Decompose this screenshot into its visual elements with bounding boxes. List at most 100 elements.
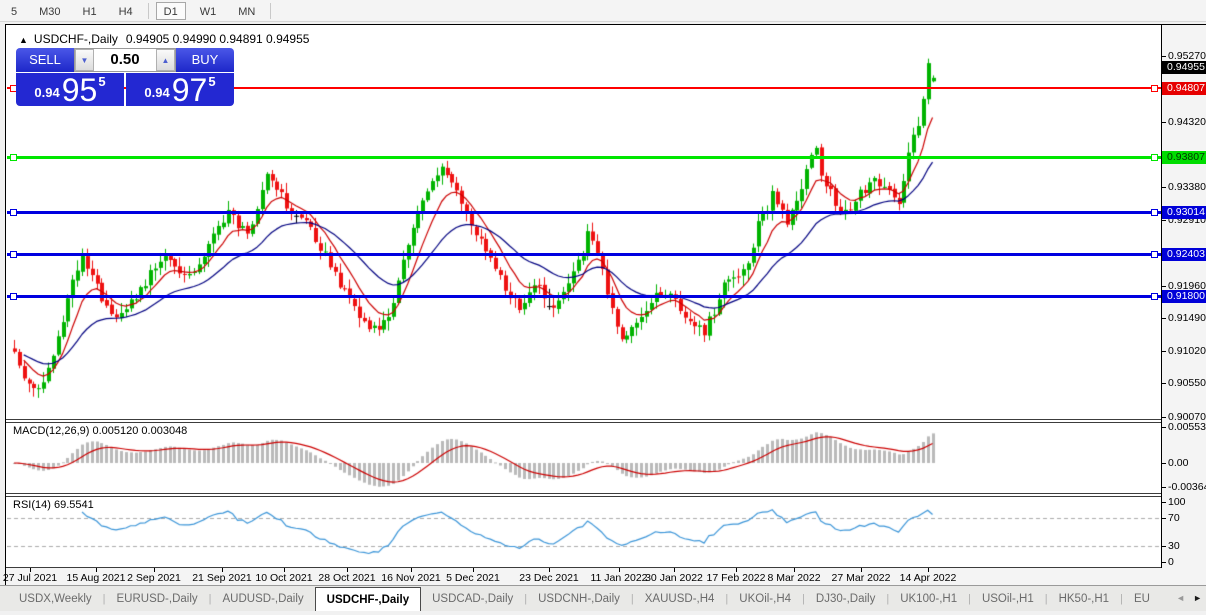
tab-scroll-left-icon[interactable]: ◄ (1176, 593, 1185, 603)
timeframe-toolbar: 5 M30 H1 H4 D1 W1 MN (0, 0, 1206, 22)
timeframe-button-5[interactable]: 5 (3, 2, 25, 20)
buy-button[interactable]: BUY (176, 48, 234, 72)
timeframe-button-m30[interactable]: M30 (31, 2, 68, 20)
rsi-tick (1162, 562, 1166, 563)
bid-big-digits: 95 (62, 77, 98, 103)
support-line-blue-2[interactable] (7, 253, 1161, 256)
lot-decrease-button[interactable]: ▼ (75, 49, 94, 71)
price-tick (1162, 383, 1166, 384)
support-line-green-left-handle[interactable] (10, 154, 17, 161)
timeframe-button-d1[interactable]: D1 (156, 2, 186, 20)
tab-audusd-daily[interactable]: AUDUSD-,Daily (212, 586, 315, 611)
support-line-blue-1-right-handle[interactable] (1151, 209, 1158, 216)
timeframe-button-h4[interactable]: H4 (111, 2, 141, 20)
date-label: 5 Dec 2021 (446, 572, 500, 584)
lot-increase-button[interactable]: ▲ (156, 49, 175, 71)
rsi-tick (1162, 502, 1166, 503)
tab-scroll-arrows: ◄ ► (1176, 585, 1202, 611)
date-label: 27 Jul 2021 (3, 572, 57, 584)
blue-line-price-2-box: 0.92403 (1162, 248, 1206, 261)
price-tick (1162, 122, 1166, 123)
sell-button[interactable]: SELL (16, 48, 74, 72)
tab-usdx-weekly[interactable]: USDX,Weekly (8, 586, 103, 611)
timeframe-button-mn[interactable]: MN (230, 2, 263, 20)
price-tick (1162, 220, 1166, 221)
ask-prefix: 0.94 (144, 85, 169, 100)
price-pane[interactable]: ▲USDCHF-,Daily0.94905 0.94990 0.94891 0.… (6, 25, 1206, 419)
tab-dj30-daily[interactable]: DJ30-,Daily (805, 586, 886, 611)
tab-usdchf-daily[interactable]: USDCHF-,Daily (315, 587, 421, 611)
support-line-blue-2-right-handle[interactable] (1151, 251, 1158, 258)
tab-scroll-right-icon[interactable]: ► (1193, 593, 1202, 603)
pane-separator[interactable] (6, 493, 1206, 494)
collapse-triangle-icon[interactable]: ▲ (19, 35, 28, 45)
date-label: 27 Mar 2022 (832, 572, 891, 584)
tab-eurusd-daily[interactable]: EURUSD-,Daily (106, 586, 209, 611)
date-label: 10 Oct 2021 (255, 572, 312, 584)
price-tick-label: 0.93380 (1168, 181, 1206, 193)
price-tick (1162, 351, 1166, 352)
macd-label: MACD(12,26,9) 0.005120 0.003048 (13, 425, 187, 437)
blue-line-price-1-box: 0.93014 (1162, 206, 1206, 219)
rsi-tick-label: 0 (1168, 556, 1174, 568)
chart-title: ▲USDCHF-,Daily0.94905 0.94990 0.94891 0.… (19, 32, 309, 46)
macd-tick-label: -0.00364 (1168, 481, 1206, 493)
price-tick (1162, 286, 1166, 287)
macd-tick (1162, 463, 1166, 464)
tab-ukoil-h4[interactable]: UKOil-,H4 (728, 586, 802, 611)
rsi-tick-label: 100 (1168, 496, 1186, 508)
support-line-blue-2-left-handle[interactable] (10, 251, 17, 258)
tab-usdcad-daily[interactable]: USDCAD-,Daily (421, 586, 524, 611)
support-line-blue-3[interactable] (7, 295, 1161, 298)
date-label: 2 Sep 2021 (127, 572, 181, 584)
date-label: 11 Jan 2022 (590, 572, 647, 584)
chart-symbol-label: USDCHF-,Daily (34, 32, 118, 46)
chart-tab-bar: USDX,Weekly|EURUSD-,Daily|AUDUSD-,DailyU… (0, 585, 1206, 611)
red-line-price-box: 0.94807 (1162, 82, 1206, 95)
rsi-tick (1162, 518, 1166, 519)
support-line-green[interactable] (7, 156, 1161, 159)
timeframe-button-w1[interactable]: W1 (192, 2, 225, 20)
price-tick (1162, 187, 1166, 188)
toolbar-separator (148, 3, 149, 19)
support-line-blue-3-right-handle[interactable] (1151, 293, 1158, 300)
support-line-blue-3-left-handle[interactable] (10, 293, 17, 300)
bid-price-display[interactable]: 0.94955 (16, 73, 124, 106)
tab-usoil-h1[interactable]: USOil-,H1 (971, 586, 1045, 611)
date-label: 17 Feb 2022 (707, 572, 766, 584)
price-tick-label: 0.90550 (1168, 377, 1206, 389)
date-label: 16 Nov 2021 (381, 572, 441, 584)
pane-separator[interactable] (6, 419, 1206, 420)
macd-values: 0.005120 0.003048 (92, 425, 187, 437)
support-line-blue-1-left-handle[interactable] (10, 209, 17, 216)
tab-eu[interactable]: EU (1123, 586, 1161, 611)
price-tick-label: 0.94320 (1168, 116, 1206, 128)
date-label: 15 Aug 2021 (67, 572, 126, 584)
date-label: 14 Apr 2022 (900, 572, 957, 584)
price-tick-label: 0.95270 (1168, 50, 1206, 62)
rsi-canvas[interactable] (7, 497, 1161, 567)
support-line-green-right-handle[interactable] (1151, 154, 1158, 161)
date-label: 23 Dec 2021 (519, 572, 579, 584)
price-tick-label: 0.91020 (1168, 345, 1206, 357)
tab-uk100-h1[interactable]: UK100-,H1 (889, 586, 968, 611)
price-tick-label: 0.91490 (1168, 312, 1206, 324)
one-click-trade-panel: SELL ▼ 0.50 ▲ BUY 0.94955 0.94975 (16, 48, 234, 106)
support-line-blue-1[interactable] (7, 211, 1161, 214)
tab-usdcnh-daily[interactable]: USDCNH-,Daily (527, 586, 631, 611)
lot-size-input[interactable]: 0.50 (94, 49, 156, 71)
ask-price-display[interactable]: 0.94975 (126, 73, 234, 106)
price-tick (1162, 318, 1166, 319)
macd-tick (1162, 487, 1166, 488)
timeframe-button-h1[interactable]: H1 (75, 2, 105, 20)
macd-tick (1162, 427, 1166, 428)
rsi-tick-label: 30 (1168, 540, 1180, 552)
tab-xauusd-h4[interactable]: XAUUSD-,H4 (634, 586, 726, 611)
rsi-tick-label: 70 (1168, 512, 1180, 524)
tab-hk50-h1[interactable]: HK50-,H1 (1048, 586, 1121, 611)
rsi-value: 69.5541 (54, 499, 94, 511)
blue-line-price-3-box: 0.91800 (1162, 290, 1206, 303)
resistance-line-red-right-handle[interactable] (1151, 85, 1158, 92)
date-axis[interactable]: 27 Jul 202115 Aug 20212 Sep 202121 Sep 2… (6, 568, 1206, 586)
bid-pipette: 5 (98, 74, 105, 89)
